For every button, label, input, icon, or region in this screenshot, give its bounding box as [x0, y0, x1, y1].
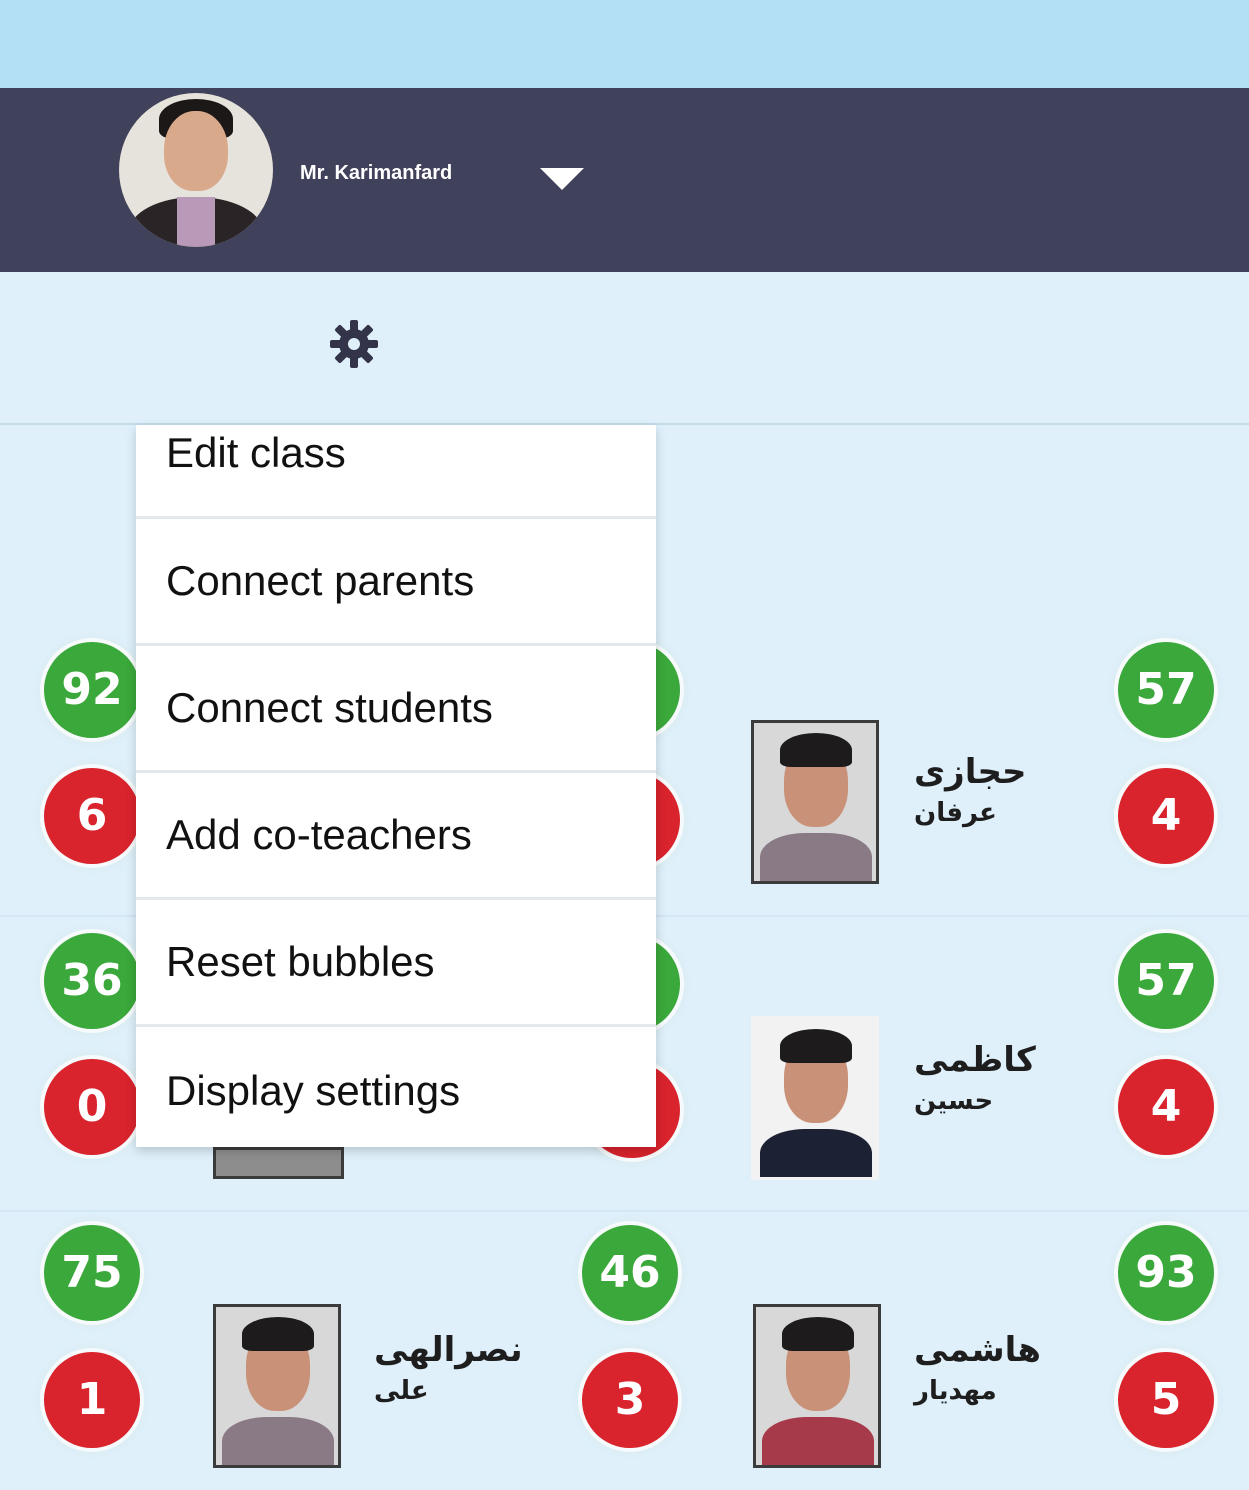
- gear-icon[interactable]: [328, 318, 380, 370]
- row-divider: [0, 1210, 1249, 1212]
- student-photo[interactable]: [751, 1016, 879, 1180]
- student-first-name: کاظمی: [914, 1040, 1036, 1080]
- negative-points-badge[interactable]: 1: [44, 1352, 140, 1448]
- positive-points-badge[interactable]: 46: [582, 1225, 678, 1321]
- student-last-name: عرفان: [914, 798, 997, 828]
- student-name[interactable]: هاشمی مهدیار: [914, 1330, 1041, 1406]
- menu-item-connect-students[interactable]: Connect students: [136, 646, 656, 773]
- student-name[interactable]: نصرالهی علی: [374, 1330, 523, 1406]
- negative-points-badge[interactable]: 6: [44, 768, 140, 864]
- top-strip: [0, 0, 1249, 88]
- positive-points-badge[interactable]: 92: [44, 642, 140, 738]
- negative-points-badge[interactable]: 4: [1118, 1059, 1214, 1155]
- teacher-name[interactable]: Mr. Karimanfard: [300, 162, 452, 185]
- negative-points-badge[interactable]: 4: [1118, 768, 1214, 864]
- negative-points-badge[interactable]: 0: [44, 1059, 140, 1155]
- student-name[interactable]: کاظمی حسین: [914, 1040, 1036, 1116]
- chevron-down-icon[interactable]: [540, 168, 584, 190]
- negative-points-badge[interactable]: 5: [1118, 1352, 1214, 1448]
- menu-item-edit-class[interactable]: Edit class: [136, 425, 656, 519]
- positive-points-badge[interactable]: 93: [1118, 1225, 1214, 1321]
- student-last-name: حسین: [914, 1086, 994, 1116]
- menu-item-display-settings[interactable]: Display settings: [136, 1027, 656, 1154]
- positive-points-badge[interactable]: 36: [44, 933, 140, 1029]
- menu-item-add-co-teachers[interactable]: Add co-teachers: [136, 773, 656, 900]
- student-name[interactable]: حجازی عرفان: [914, 752, 1027, 828]
- student-last-name: مهدیار: [914, 1376, 997, 1406]
- menu-item-reset-bubbles[interactable]: Reset bubbles: [136, 900, 656, 1027]
- student-photo[interactable]: [753, 1304, 881, 1468]
- student-first-name: هاشمی: [914, 1330, 1041, 1370]
- negative-points-badge[interactable]: 3: [582, 1352, 678, 1448]
- teacher-avatar[interactable]: [119, 93, 273, 247]
- settings-menu: Edit class Connect parents Connect stude…: [136, 425, 656, 1147]
- student-photo[interactable]: [213, 1304, 341, 1468]
- menu-item-connect-parents[interactable]: Connect parents: [136, 519, 656, 646]
- student-first-name: نصرالهی: [374, 1330, 523, 1370]
- student-first-name: حجازی: [914, 752, 1027, 792]
- student-photo[interactable]: [751, 720, 879, 884]
- positive-points-badge[interactable]: 75: [44, 1225, 140, 1321]
- positive-points-badge[interactable]: 57: [1118, 642, 1214, 738]
- positive-points-badge[interactable]: 57: [1118, 933, 1214, 1029]
- student-last-name: علی: [374, 1376, 429, 1406]
